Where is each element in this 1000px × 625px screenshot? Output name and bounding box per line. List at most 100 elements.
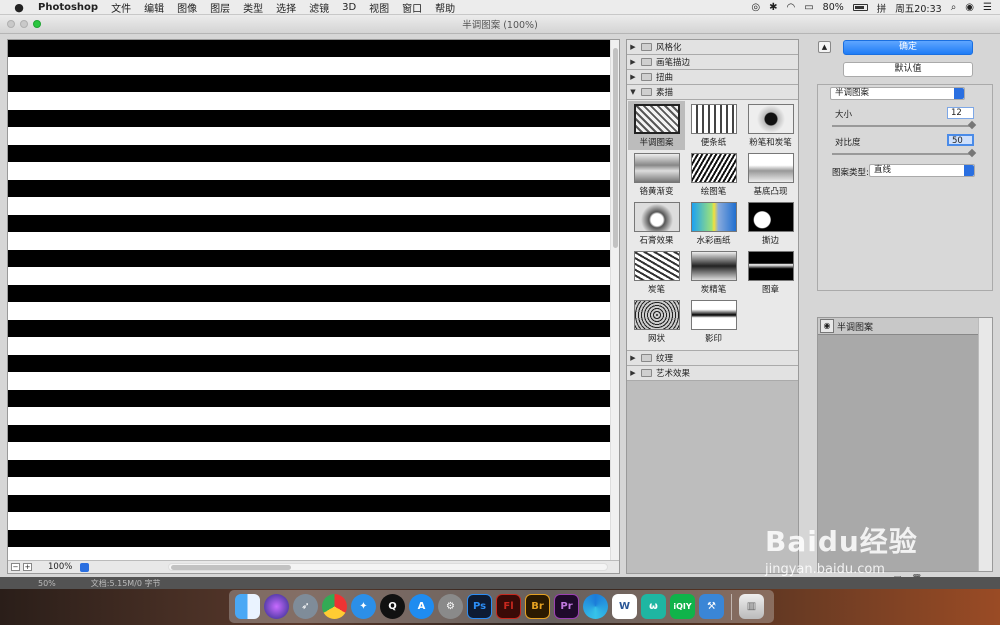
launchpad-icon[interactable]: ➶ xyxy=(293,594,318,619)
filter-chrome[interactable]: 铬黄渐变 xyxy=(628,150,685,199)
siri-icon[interactable] xyxy=(264,594,289,619)
menu-window[interactable]: 窗口 xyxy=(402,0,422,15)
qq-icon[interactable]: Q xyxy=(380,594,405,619)
chevron-right-icon[interactable]: ▶ xyxy=(627,43,639,51)
filter-plaster[interactable]: 石膏效果 xyxy=(628,199,685,248)
preview-horizontal-scrollbar[interactable] xyxy=(168,563,608,571)
menu-layer[interactable]: 图层 xyxy=(210,0,230,15)
trash-icon[interactable]: ▥ xyxy=(739,594,764,619)
status-doc-info[interactable]: 文档:5.15M/0 字节 xyxy=(91,578,161,589)
safari-icon[interactable]: ✦ xyxy=(351,594,376,619)
system-preferences-icon[interactable]: ⚙ xyxy=(438,594,463,619)
menu-type[interactable]: 类型 xyxy=(243,0,263,15)
tools-icon[interactable]: ⚒ xyxy=(699,594,724,619)
battery-icon[interactable] xyxy=(852,4,868,11)
category-texture[interactable]: ▶ 纹理 xyxy=(627,351,798,366)
category-artistic[interactable]: ▶ 艺术效果 xyxy=(627,366,798,381)
default-button[interactable]: 默认值 xyxy=(843,62,973,77)
menu-filter[interactable]: 滤镜 xyxy=(309,0,329,15)
size-slider-track[interactable] xyxy=(832,125,973,127)
collapse-gallery-button[interactable]: ▲ xyxy=(818,41,831,53)
spotlight-icon[interactable]: ⌕ xyxy=(951,2,957,13)
preview-vertical-scrollbar[interactable] xyxy=(610,40,619,560)
notification-center-icon[interactable]: ☰ xyxy=(983,2,992,13)
filter-thumbnail xyxy=(690,202,737,232)
size-slider-knob[interactable] xyxy=(967,120,977,130)
filter-conte-crayon[interactable]: 炭精笔 xyxy=(685,248,742,297)
menu-edit[interactable]: 编辑 xyxy=(144,0,164,15)
eye-visibility-icon[interactable]: ◉ xyxy=(820,319,834,333)
close-button[interactable] xyxy=(7,20,15,28)
status-zoom[interactable]: 50% xyxy=(38,579,56,588)
chevron-down-icon[interactable]: ▼ xyxy=(627,88,639,96)
menu-view[interactable]: 视图 xyxy=(369,0,389,15)
bluetooth-icon[interactable]: ✱ xyxy=(769,2,777,13)
horizontal-scroll-thumb[interactable] xyxy=(171,565,291,570)
effect-layer-row[interactable]: ◉ 半调图案 xyxy=(818,318,978,335)
filter-torn-edges[interactable]: 撕边 xyxy=(742,199,799,248)
clock[interactable]: 周五20:33 xyxy=(895,1,941,15)
filter-note-paper[interactable]: 便条纸 xyxy=(685,101,742,150)
chevron-right-icon[interactable]: ▶ xyxy=(627,73,639,81)
zoom-button[interactable] xyxy=(33,20,41,28)
vertical-scroll-thumb[interactable] xyxy=(613,48,618,248)
zoom-out-button[interactable]: − xyxy=(11,563,20,571)
bridge-icon[interactable]: Br xyxy=(525,594,550,619)
premiere-icon[interactable]: Pr xyxy=(554,594,579,619)
filter-bas-relief[interactable]: 基底凸现 xyxy=(742,150,799,199)
zoom-value[interactable]: 100% xyxy=(48,562,76,572)
wifi-icon[interactable]: ◠ xyxy=(786,2,795,13)
filter-photocopy[interactable]: 影印 xyxy=(685,297,742,346)
app-menu-photoshop[interactable]: Photoshop xyxy=(38,2,98,13)
menu-image[interactable]: 图像 xyxy=(177,0,197,15)
category-sketch[interactable]: ▼ 素描 xyxy=(627,85,798,100)
input-method-icon[interactable]: 拼 xyxy=(877,1,887,15)
menu-file[interactable]: 文件 xyxy=(111,0,131,15)
ok-button[interactable]: 确定 xyxy=(843,40,973,55)
chrome-icon[interactable] xyxy=(322,594,347,619)
filter-charcoal[interactable]: 炭笔 xyxy=(628,248,685,297)
pattern-type-select[interactable]: 直线 xyxy=(869,164,975,177)
menu-help[interactable]: 帮助 xyxy=(435,0,455,15)
word-icon[interactable]: W xyxy=(612,594,637,619)
iqiyi-icon[interactable]: iQIY xyxy=(670,594,695,619)
filter-chalk-charcoal[interactable]: 粉笔和炭笔 xyxy=(742,101,799,150)
siri-menu-icon[interactable]: ◉ xyxy=(965,2,974,13)
zoom-in-button[interactable]: + xyxy=(23,563,32,571)
category-stylize[interactable]: ▶ 风格化 xyxy=(627,40,798,55)
creative-cloud-icon[interactable]: ◎ xyxy=(751,2,760,13)
contrast-slider-knob[interactable] xyxy=(967,148,977,158)
browser-icon[interactable] xyxy=(583,594,608,619)
effect-layers-scrollbar[interactable] xyxy=(978,318,992,571)
menu-3d[interactable]: 3D xyxy=(342,2,356,13)
contrast-slider-track[interactable] xyxy=(832,153,973,155)
size-input[interactable]: 12 xyxy=(947,107,974,119)
category-distort[interactable]: ▶ 扭曲 xyxy=(627,70,798,85)
apple-menu-icon[interactable]: ● xyxy=(12,0,26,14)
chevron-right-icon[interactable]: ▶ xyxy=(627,354,639,362)
select-arrows-icon[interactable] xyxy=(964,165,974,176)
contrast-input[interactable]: 50 xyxy=(947,134,974,146)
appstore-icon[interactable]: A xyxy=(409,594,434,619)
folder-icon xyxy=(641,73,652,81)
photoshop-icon[interactable]: Ps xyxy=(467,594,492,619)
filter-halftone-pattern[interactable]: 半调图案 xyxy=(628,101,685,150)
flash-icon[interactable]: Fl xyxy=(496,594,521,619)
zoom-dropdown-arrow-icon[interactable] xyxy=(80,562,89,572)
select-arrows-icon[interactable] xyxy=(954,88,964,99)
category-brush-strokes[interactable]: ▶ 画笔描边 xyxy=(627,55,798,70)
document-status-bar: 50% 文档:5.15M/0 字节 xyxy=(0,577,1000,589)
filter-reticulation[interactable]: 网状 xyxy=(628,297,685,346)
menu-select[interactable]: 选择 xyxy=(276,0,296,15)
filter-graphic-pen[interactable]: 绘图笔 xyxy=(685,150,742,199)
chevron-right-icon[interactable]: ▶ xyxy=(627,369,639,377)
chevron-right-icon[interactable]: ▶ xyxy=(627,58,639,66)
filter-water-paper[interactable]: 水彩画纸 xyxy=(685,199,742,248)
filter-select[interactable]: 半调图案 xyxy=(830,87,965,100)
airplay-icon[interactable]: ▭ xyxy=(804,2,813,13)
minimize-button[interactable] xyxy=(20,20,28,28)
finder-icon[interactable] xyxy=(235,594,260,619)
preview-image[interactable] xyxy=(8,40,611,560)
filter-stamp[interactable]: 图章 xyxy=(742,248,799,297)
wunderlist-icon[interactable]: ω xyxy=(641,594,666,619)
